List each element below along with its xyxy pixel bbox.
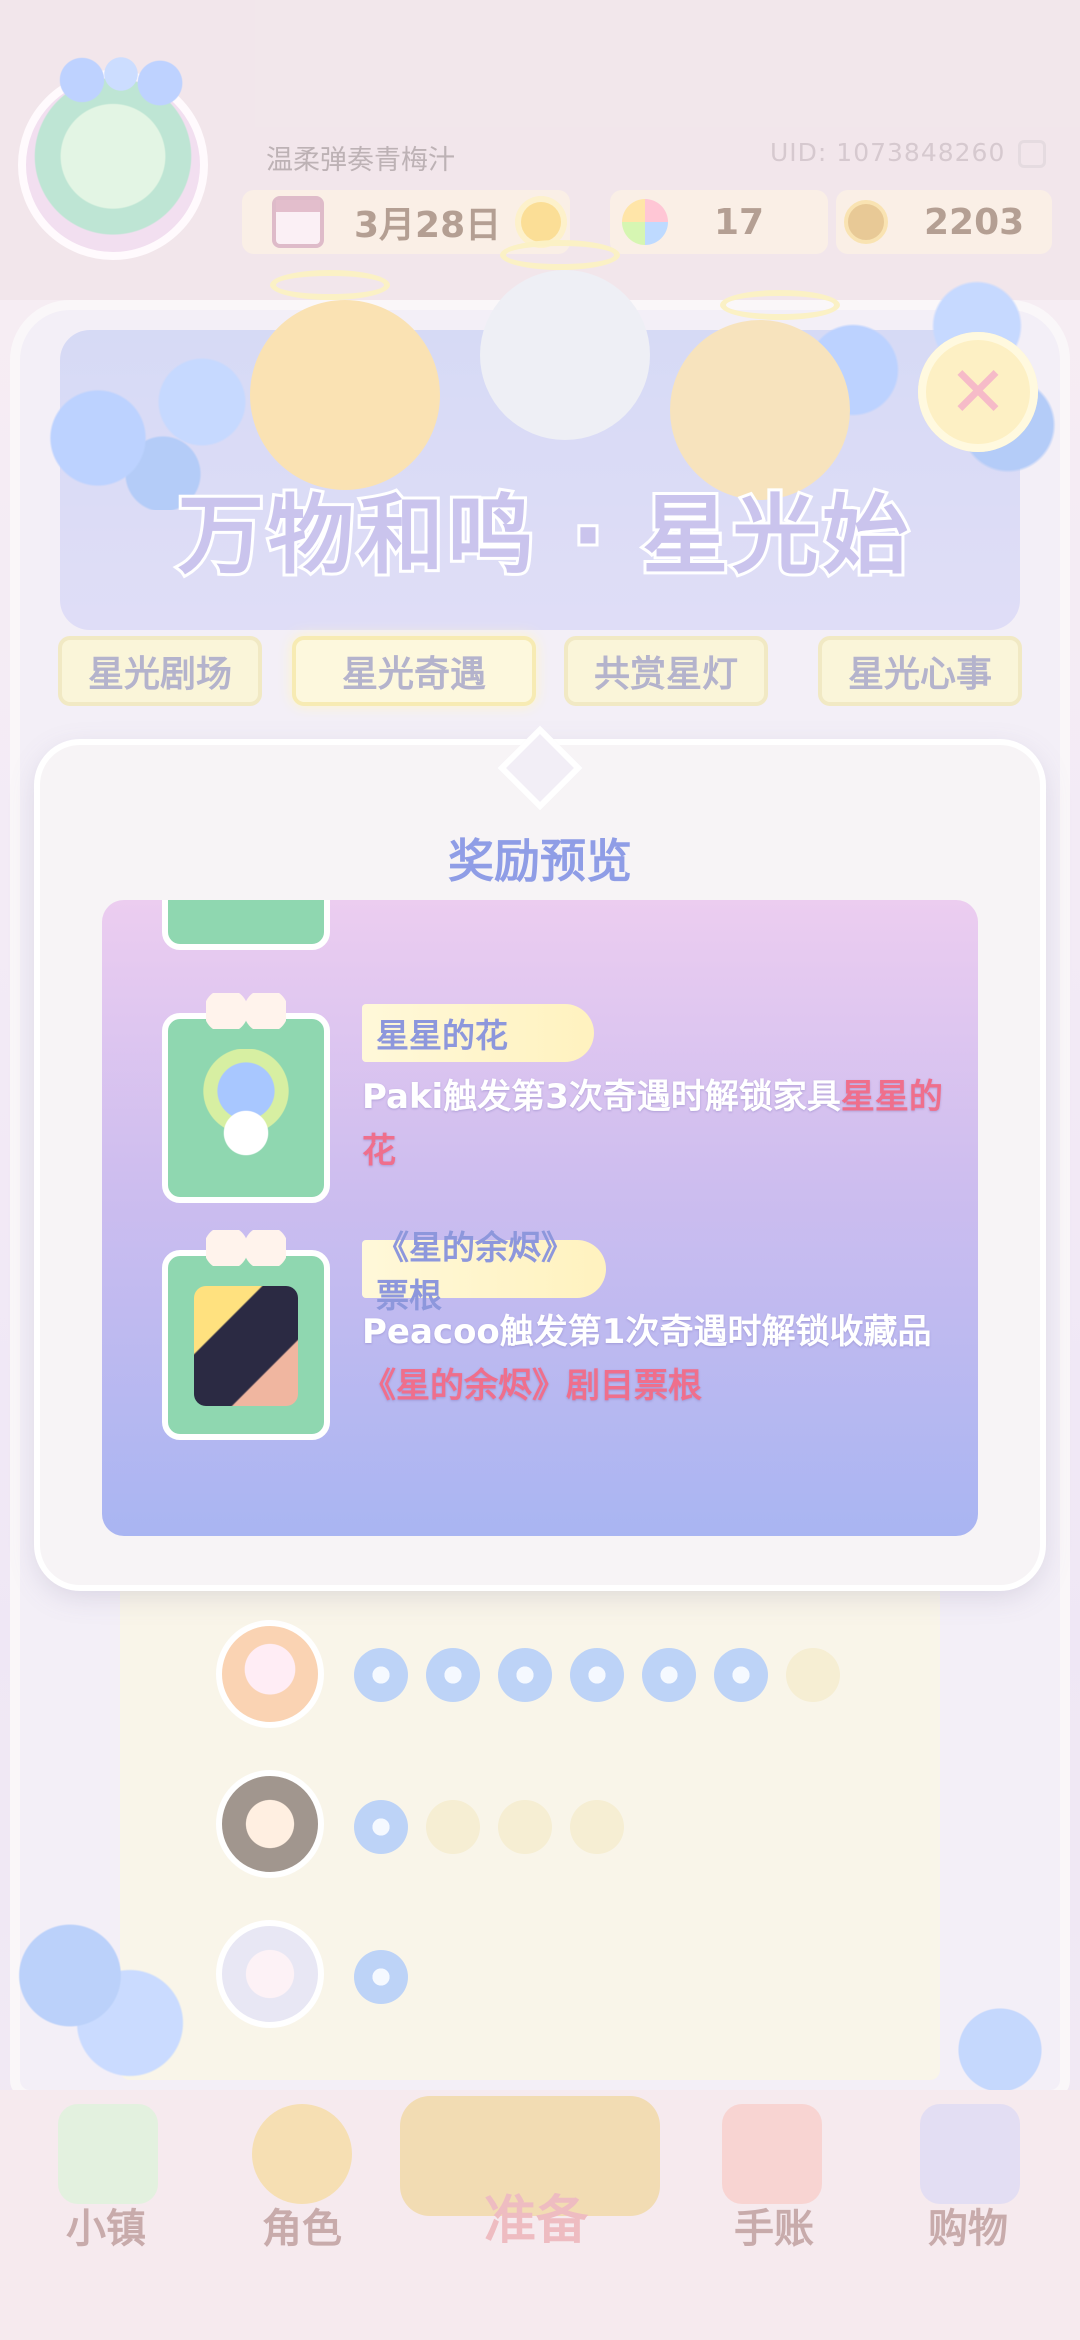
reward-description-text: Peacoo触发第1次奇遇时解锁收藏品 — [362, 1312, 932, 1352]
reward-item-partial — [162, 900, 330, 950]
reward-gift-box[interactable] — [162, 993, 330, 1203]
flower-furniture-icon — [194, 1049, 298, 1169]
reward-gift-box[interactable] — [162, 1230, 330, 1440]
reward-highlight: 《星的余烬》剧目票根 — [362, 1366, 702, 1406]
reward-name: 星星的花 — [362, 1004, 594, 1062]
reward-description: Peacoo触发第1次奇遇时解锁收藏品《星的余烬》剧目票根 — [362, 1305, 962, 1413]
bow-icon — [206, 993, 286, 1029]
reward-description: Paki触发第3次奇遇时解锁家具星星的花 — [362, 1070, 962, 1178]
reward-description-text: Paki触发第3次奇遇时解锁家具 — [362, 1077, 841, 1117]
modal-title: 奖励预览 — [448, 834, 632, 888]
bow-icon — [206, 1230, 286, 1266]
reward-name: 《星的余烬》票根 — [362, 1228, 606, 1315]
reward-list[interactable]: 星星的花 Paki触发第3次奇遇时解锁家具星星的花 《星的余烬》票根 Peaco… — [102, 900, 978, 1536]
ticket-stub-icon — [194, 1286, 298, 1406]
